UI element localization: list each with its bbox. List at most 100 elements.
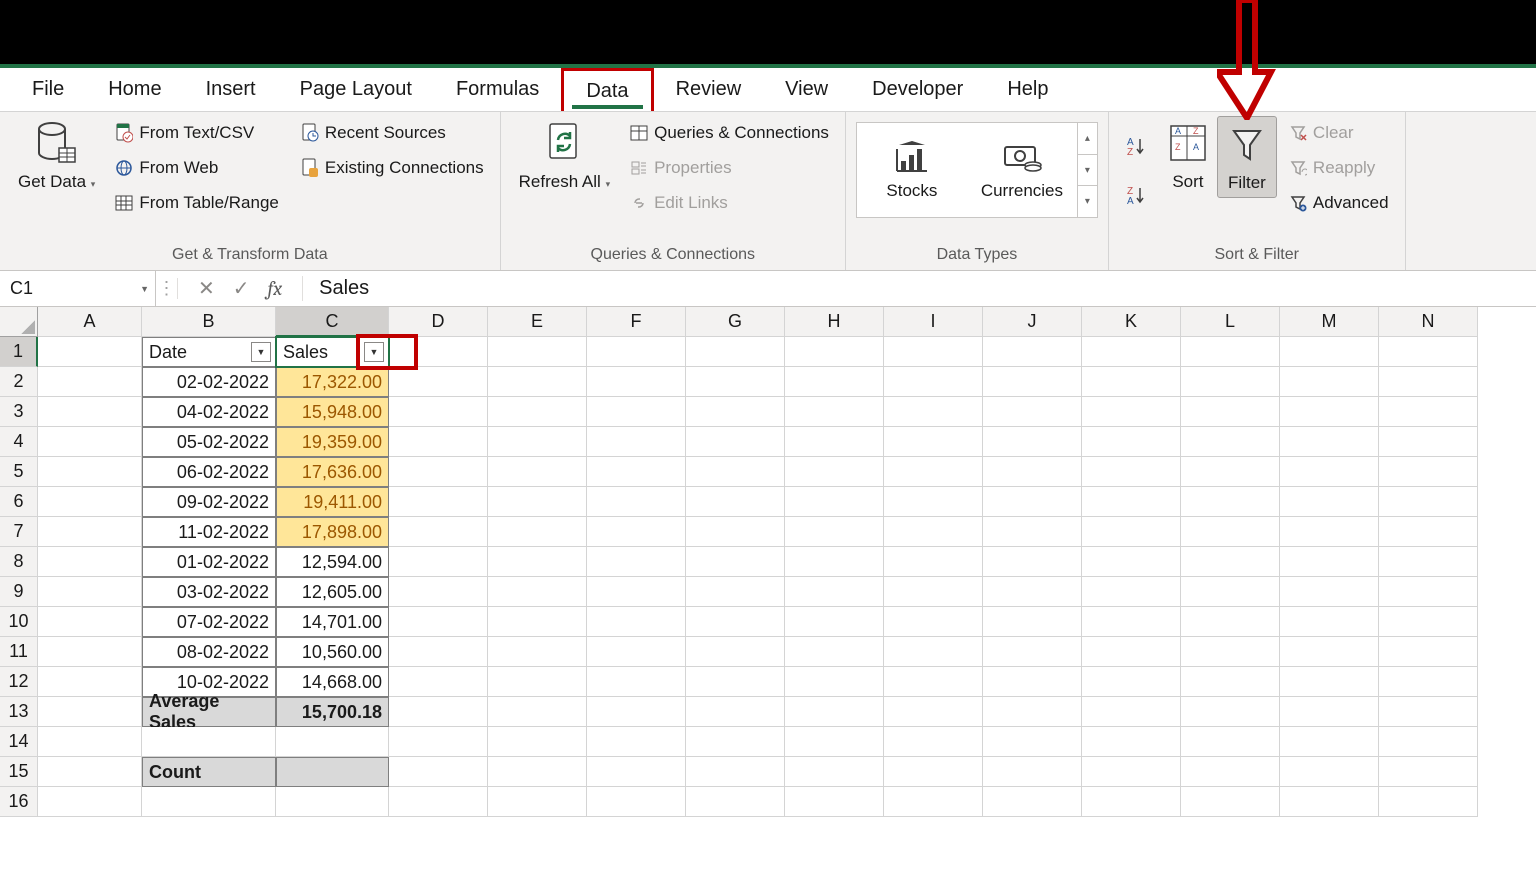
cell-G10[interactable]	[686, 607, 785, 637]
cell-B10[interactable]: 07-02-2022	[142, 607, 276, 637]
cell-B2[interactable]: 02-02-2022	[142, 367, 276, 397]
cell-J3[interactable]	[983, 397, 1082, 427]
cell-H7[interactable]	[785, 517, 884, 547]
cell-M10[interactable]	[1280, 607, 1379, 637]
row-header-13[interactable]: 13	[0, 697, 38, 727]
cell-C2[interactable]: 17,322.00	[276, 367, 389, 397]
cell-B13[interactable]: Average Sales	[142, 697, 276, 727]
cell-A3[interactable]	[38, 397, 142, 427]
cell-L10[interactable]	[1181, 607, 1280, 637]
cell-K6[interactable]	[1082, 487, 1181, 517]
cell-C14[interactable]	[276, 727, 389, 757]
cell-F1[interactable]	[587, 337, 686, 367]
cell-K3[interactable]	[1082, 397, 1181, 427]
cell-A1[interactable]	[38, 337, 142, 367]
cell-C15[interactable]	[276, 757, 389, 787]
cell-E8[interactable]	[488, 547, 587, 577]
cell-D3[interactable]	[389, 397, 488, 427]
cell-A16[interactable]	[38, 787, 142, 817]
cell-C4[interactable]: 19,359.00	[276, 427, 389, 457]
cell-F9[interactable]	[587, 577, 686, 607]
cell-G13[interactable]	[686, 697, 785, 727]
cell-G16[interactable]	[686, 787, 785, 817]
cell-K13[interactable]	[1082, 697, 1181, 727]
cell-H14[interactable]	[785, 727, 884, 757]
filter-dropdown-date[interactable]: ▼	[251, 342, 271, 362]
cell-D14[interactable]	[389, 727, 488, 757]
cell-G11[interactable]	[686, 637, 785, 667]
cell-J2[interactable]	[983, 367, 1082, 397]
cell-B15[interactable]: Count	[142, 757, 276, 787]
existing-connections-button[interactable]: Existing Connections	[295, 151, 490, 184]
cell-F2[interactable]	[587, 367, 686, 397]
cell-F11[interactable]	[587, 637, 686, 667]
cell-G4[interactable]	[686, 427, 785, 457]
cell-F16[interactable]	[587, 787, 686, 817]
tab-data[interactable]: Data	[561, 68, 653, 111]
cell-E13[interactable]	[488, 697, 587, 727]
gallery-more[interactable]: ▾	[1078, 186, 1097, 217]
formula-input[interactable]: Sales	[303, 277, 1536, 300]
cell-B1[interactable]: Date▼	[142, 337, 276, 367]
cell-H8[interactable]	[785, 547, 884, 577]
reapply-button[interactable]: Reapply	[1283, 151, 1395, 184]
clear-filter-button[interactable]: Clear	[1283, 116, 1395, 149]
filter-button[interactable]: Filter	[1217, 116, 1277, 198]
cell-G1[interactable]	[686, 337, 785, 367]
col-header-N[interactable]: N	[1379, 307, 1478, 337]
cell-N6[interactable]	[1379, 487, 1478, 517]
col-header-D[interactable]: D	[389, 307, 488, 337]
row-header-5[interactable]: 5	[0, 457, 38, 487]
get-data-button[interactable]: Get Data ▾	[10, 116, 103, 196]
gallery-up[interactable]: ▴	[1078, 123, 1097, 155]
cell-C13[interactable]: 15,700.18	[276, 697, 389, 727]
cell-C9[interactable]: 12,605.00	[276, 577, 389, 607]
cell-M14[interactable]	[1280, 727, 1379, 757]
cell-A6[interactable]	[38, 487, 142, 517]
cell-I14[interactable]	[884, 727, 983, 757]
cell-I8[interactable]	[884, 547, 983, 577]
cell-J1[interactable]	[983, 337, 1082, 367]
cell-I4[interactable]	[884, 427, 983, 457]
cell-D15[interactable]	[389, 757, 488, 787]
cell-D12[interactable]	[389, 667, 488, 697]
cell-M7[interactable]	[1280, 517, 1379, 547]
cell-A10[interactable]	[38, 607, 142, 637]
tab-help[interactable]: Help	[985, 68, 1070, 111]
cell-A14[interactable]	[38, 727, 142, 757]
cell-B6[interactable]: 09-02-2022	[142, 487, 276, 517]
cell-M13[interactable]	[1280, 697, 1379, 727]
data-type-currencies[interactable]: Currencies	[967, 123, 1077, 217]
cell-E12[interactable]	[488, 667, 587, 697]
tab-file[interactable]: File	[10, 68, 86, 111]
cell-J5[interactable]	[983, 457, 1082, 487]
cell-M4[interactable]	[1280, 427, 1379, 457]
cell-D7[interactable]	[389, 517, 488, 547]
cell-F14[interactable]	[587, 727, 686, 757]
from-table-range-button[interactable]: From Table/Range	[109, 186, 285, 219]
cell-A2[interactable]	[38, 367, 142, 397]
cell-D2[interactable]	[389, 367, 488, 397]
row-header-10[interactable]: 10	[0, 607, 38, 637]
cell-A12[interactable]	[38, 667, 142, 697]
cell-J7[interactable]	[983, 517, 1082, 547]
cell-G14[interactable]	[686, 727, 785, 757]
cell-E7[interactable]	[488, 517, 587, 547]
cell-N13[interactable]	[1379, 697, 1478, 727]
cell-J16[interactable]	[983, 787, 1082, 817]
cell-F13[interactable]	[587, 697, 686, 727]
cell-F10[interactable]	[587, 607, 686, 637]
tab-review[interactable]: Review	[654, 68, 764, 111]
cell-C11[interactable]: 10,560.00	[276, 637, 389, 667]
cell-I7[interactable]	[884, 517, 983, 547]
cell-J8[interactable]	[983, 547, 1082, 577]
cell-B5[interactable]: 06-02-2022	[142, 457, 276, 487]
cell-I12[interactable]	[884, 667, 983, 697]
cell-K9[interactable]	[1082, 577, 1181, 607]
cell-I10[interactable]	[884, 607, 983, 637]
tab-view[interactable]: View	[763, 68, 850, 111]
cell-A8[interactable]	[38, 547, 142, 577]
tab-page-layout[interactable]: Page Layout	[278, 68, 434, 111]
cell-K14[interactable]	[1082, 727, 1181, 757]
col-header-I[interactable]: I	[884, 307, 983, 337]
